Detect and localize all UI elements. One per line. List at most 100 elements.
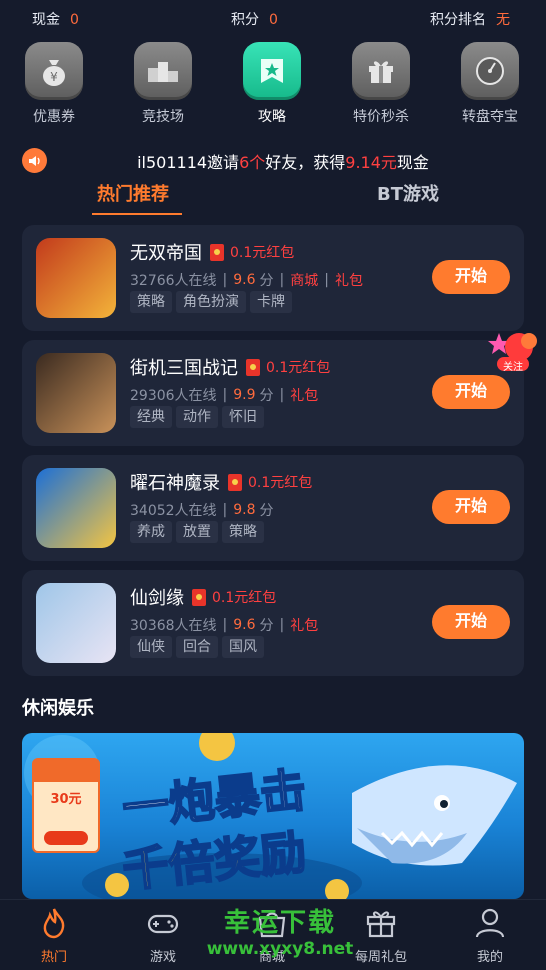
watermark: 幸运下载 www.xyxy8.net bbox=[190, 902, 370, 959]
notice-user: il501114 bbox=[137, 153, 208, 172]
money-bag-icon: ¥ bbox=[25, 42, 83, 100]
section-title-leisure: 休闲娱乐 bbox=[22, 698, 94, 719]
start-button[interactable]: 开始 bbox=[432, 605, 510, 639]
notice-text-1: 邀请 bbox=[207, 153, 240, 172]
nav-item-hot[interactable]: 热门 bbox=[14, 906, 94, 965]
promo-banner[interactable]: 30元 一炮暴击 千倍奖励 bbox=[22, 733, 524, 899]
quick-item-wheel[interactable]: 转盘夺宝 bbox=[450, 42, 530, 126]
cash-value: 0 bbox=[70, 12, 79, 28]
redpack-text: 0.1元红包 bbox=[266, 360, 331, 376]
quick-label: 转盘夺宝 bbox=[462, 109, 518, 125]
separator: | bbox=[279, 617, 285, 633]
game-tabs: 热门推荐 BT游戏 bbox=[0, 180, 546, 216]
rating-unit: 分 bbox=[259, 388, 274, 404]
svg-text:¥: ¥ bbox=[50, 70, 58, 84]
online-count: 29306人在线 bbox=[130, 388, 217, 404]
genre-tag: 仙侠 bbox=[130, 636, 172, 658]
quick-item-flash-sale[interactable]: 特价秒杀 bbox=[341, 42, 421, 126]
rating-score: 9.6 bbox=[233, 617, 256, 633]
game-card[interactable]: 仙剑缘 0.1元红包 30368人在线 | 9.6 分 | 礼包 仙侠 回合 国风 开始 bbox=[22, 570, 524, 676]
rating-score: 9.9 bbox=[233, 387, 256, 403]
genre-tag: 国风 bbox=[222, 636, 264, 658]
redpack-text: 0.1元红包 bbox=[248, 475, 313, 491]
notice-amount: 9.14元 bbox=[345, 153, 397, 172]
game-thumbnail[interactable] bbox=[36, 583, 116, 663]
gift-link[interactable]: 礼包 bbox=[290, 385, 318, 405]
genre-tag: 怀旧 bbox=[222, 406, 264, 428]
online-count: 30368人在线 bbox=[130, 618, 217, 634]
nav-item-me[interactable]: 我的 bbox=[450, 906, 530, 965]
gift-link[interactable]: 礼包 bbox=[290, 615, 318, 635]
cash-stat[interactable]: 现金 0 bbox=[32, 9, 79, 29]
game-thumbnail[interactable] bbox=[36, 238, 116, 318]
quick-item-coupon[interactable]: ¥ 优惠券 bbox=[14, 42, 94, 126]
shop-link[interactable]: 商城 bbox=[290, 270, 318, 290]
quick-label: 优惠券 bbox=[33, 109, 75, 125]
genre-tag: 角色扮演 bbox=[176, 291, 246, 313]
genre-tag: 策略 bbox=[222, 521, 264, 543]
coupon-header bbox=[34, 760, 98, 782]
top-stats-bar: 现金 0 积分 0 积分排名无 bbox=[0, 0, 546, 34]
gamepad-icon bbox=[147, 914, 179, 934]
notice-text: il501114邀请6个好友，获得9.14元现金 bbox=[0, 149, 546, 173]
watermark-url: www.xyxy8.net bbox=[206, 939, 354, 959]
tab-hot[interactable]: 热门推荐 bbox=[97, 180, 169, 206]
separator: | bbox=[222, 387, 228, 403]
gift-link[interactable]: 礼包 bbox=[335, 270, 363, 290]
game-card[interactable]: 街机三国战记 0.1元红包 29306人在线 | 9.9 分 | 礼包 经典 动作 怀旧 开始 bbox=[22, 340, 524, 446]
red-envelope-icon bbox=[246, 358, 260, 376]
star-book-icon bbox=[243, 42, 301, 100]
game-card[interactable]: 无双帝国 0.1元红包 32766人在线 | 9.6 分 | 商城 | 礼包 策略 角色扮演 卡牌 … bbox=[22, 225, 524, 331]
follow-label: 关注 bbox=[503, 362, 523, 373]
flame-icon bbox=[43, 908, 65, 939]
genre-tag: 动作 bbox=[176, 406, 218, 428]
rating-score: 9.6 bbox=[233, 272, 256, 288]
points-stat[interactable]: 积分 0 bbox=[231, 9, 278, 29]
quick-item-arena[interactable]: 竞技场 bbox=[123, 42, 203, 126]
follow-badge[interactable]: 关注 bbox=[485, 327, 541, 377]
redpack-text: 0.1元红包 bbox=[230, 245, 295, 261]
tab-bt[interactable]: BT游戏 bbox=[377, 180, 439, 206]
coupon-note bbox=[34, 807, 98, 813]
rank-value: 无 bbox=[496, 12, 510, 28]
rating-score: 9.8 bbox=[233, 502, 256, 518]
start-button[interactable]: 开始 bbox=[432, 490, 510, 524]
rank-label: 积分排名 bbox=[430, 12, 486, 28]
podium-icon bbox=[134, 42, 192, 100]
genre-tag: 经典 bbox=[130, 406, 172, 428]
invite-notice: il501114邀请6个好友，获得9.14元现金 bbox=[0, 146, 546, 174]
game-card[interactable]: 曜石神魔录 0.1元红包 34052人在线 | 9.8 分 养成 放置 策略 开始 bbox=[22, 455, 524, 561]
separator: | bbox=[279, 272, 285, 288]
nav-label: 我的 bbox=[476, 950, 503, 965]
gift-icon bbox=[352, 42, 410, 100]
separator: | bbox=[222, 272, 228, 288]
quick-label: 特价秒杀 bbox=[353, 109, 409, 125]
points-label: 积分 bbox=[231, 12, 259, 28]
start-button[interactable]: 开始 bbox=[432, 260, 510, 294]
quick-label: 攻略 bbox=[258, 109, 286, 125]
rank-stat[interactable]: 积分排名无 bbox=[430, 9, 510, 29]
separator: | bbox=[324, 272, 329, 288]
coupon-popup[interactable]: 30元 bbox=[32, 758, 100, 853]
notice-count: 6个 bbox=[239, 153, 266, 172]
game-name: 无双帝国 bbox=[130, 243, 202, 264]
start-button[interactable]: 开始 bbox=[432, 375, 510, 409]
cash-label: 现金 bbox=[32, 12, 60, 28]
genre-tag: 策略 bbox=[130, 291, 172, 313]
game-name: 曜石神魔录 bbox=[130, 473, 220, 494]
separator: | bbox=[279, 387, 285, 403]
rating-unit: 分 bbox=[259, 618, 274, 634]
separator: | bbox=[222, 502, 228, 518]
online-count: 32766人在线 bbox=[130, 273, 217, 289]
quick-item-guide[interactable]: 攻略 bbox=[232, 42, 312, 126]
game-name: 仙剑缘 bbox=[130, 588, 184, 609]
wheel-icon bbox=[461, 42, 519, 100]
points-value: 0 bbox=[269, 12, 278, 28]
game-thumbnail[interactable] bbox=[36, 468, 116, 548]
game-thumbnail[interactable] bbox=[36, 353, 116, 433]
nav-label: 热门 bbox=[40, 950, 67, 965]
red-envelope-icon bbox=[210, 243, 224, 261]
genre-tag: 放置 bbox=[176, 521, 218, 543]
coupon-amount: 30元 bbox=[50, 792, 82, 807]
coupon-use-button[interactable] bbox=[44, 831, 88, 845]
